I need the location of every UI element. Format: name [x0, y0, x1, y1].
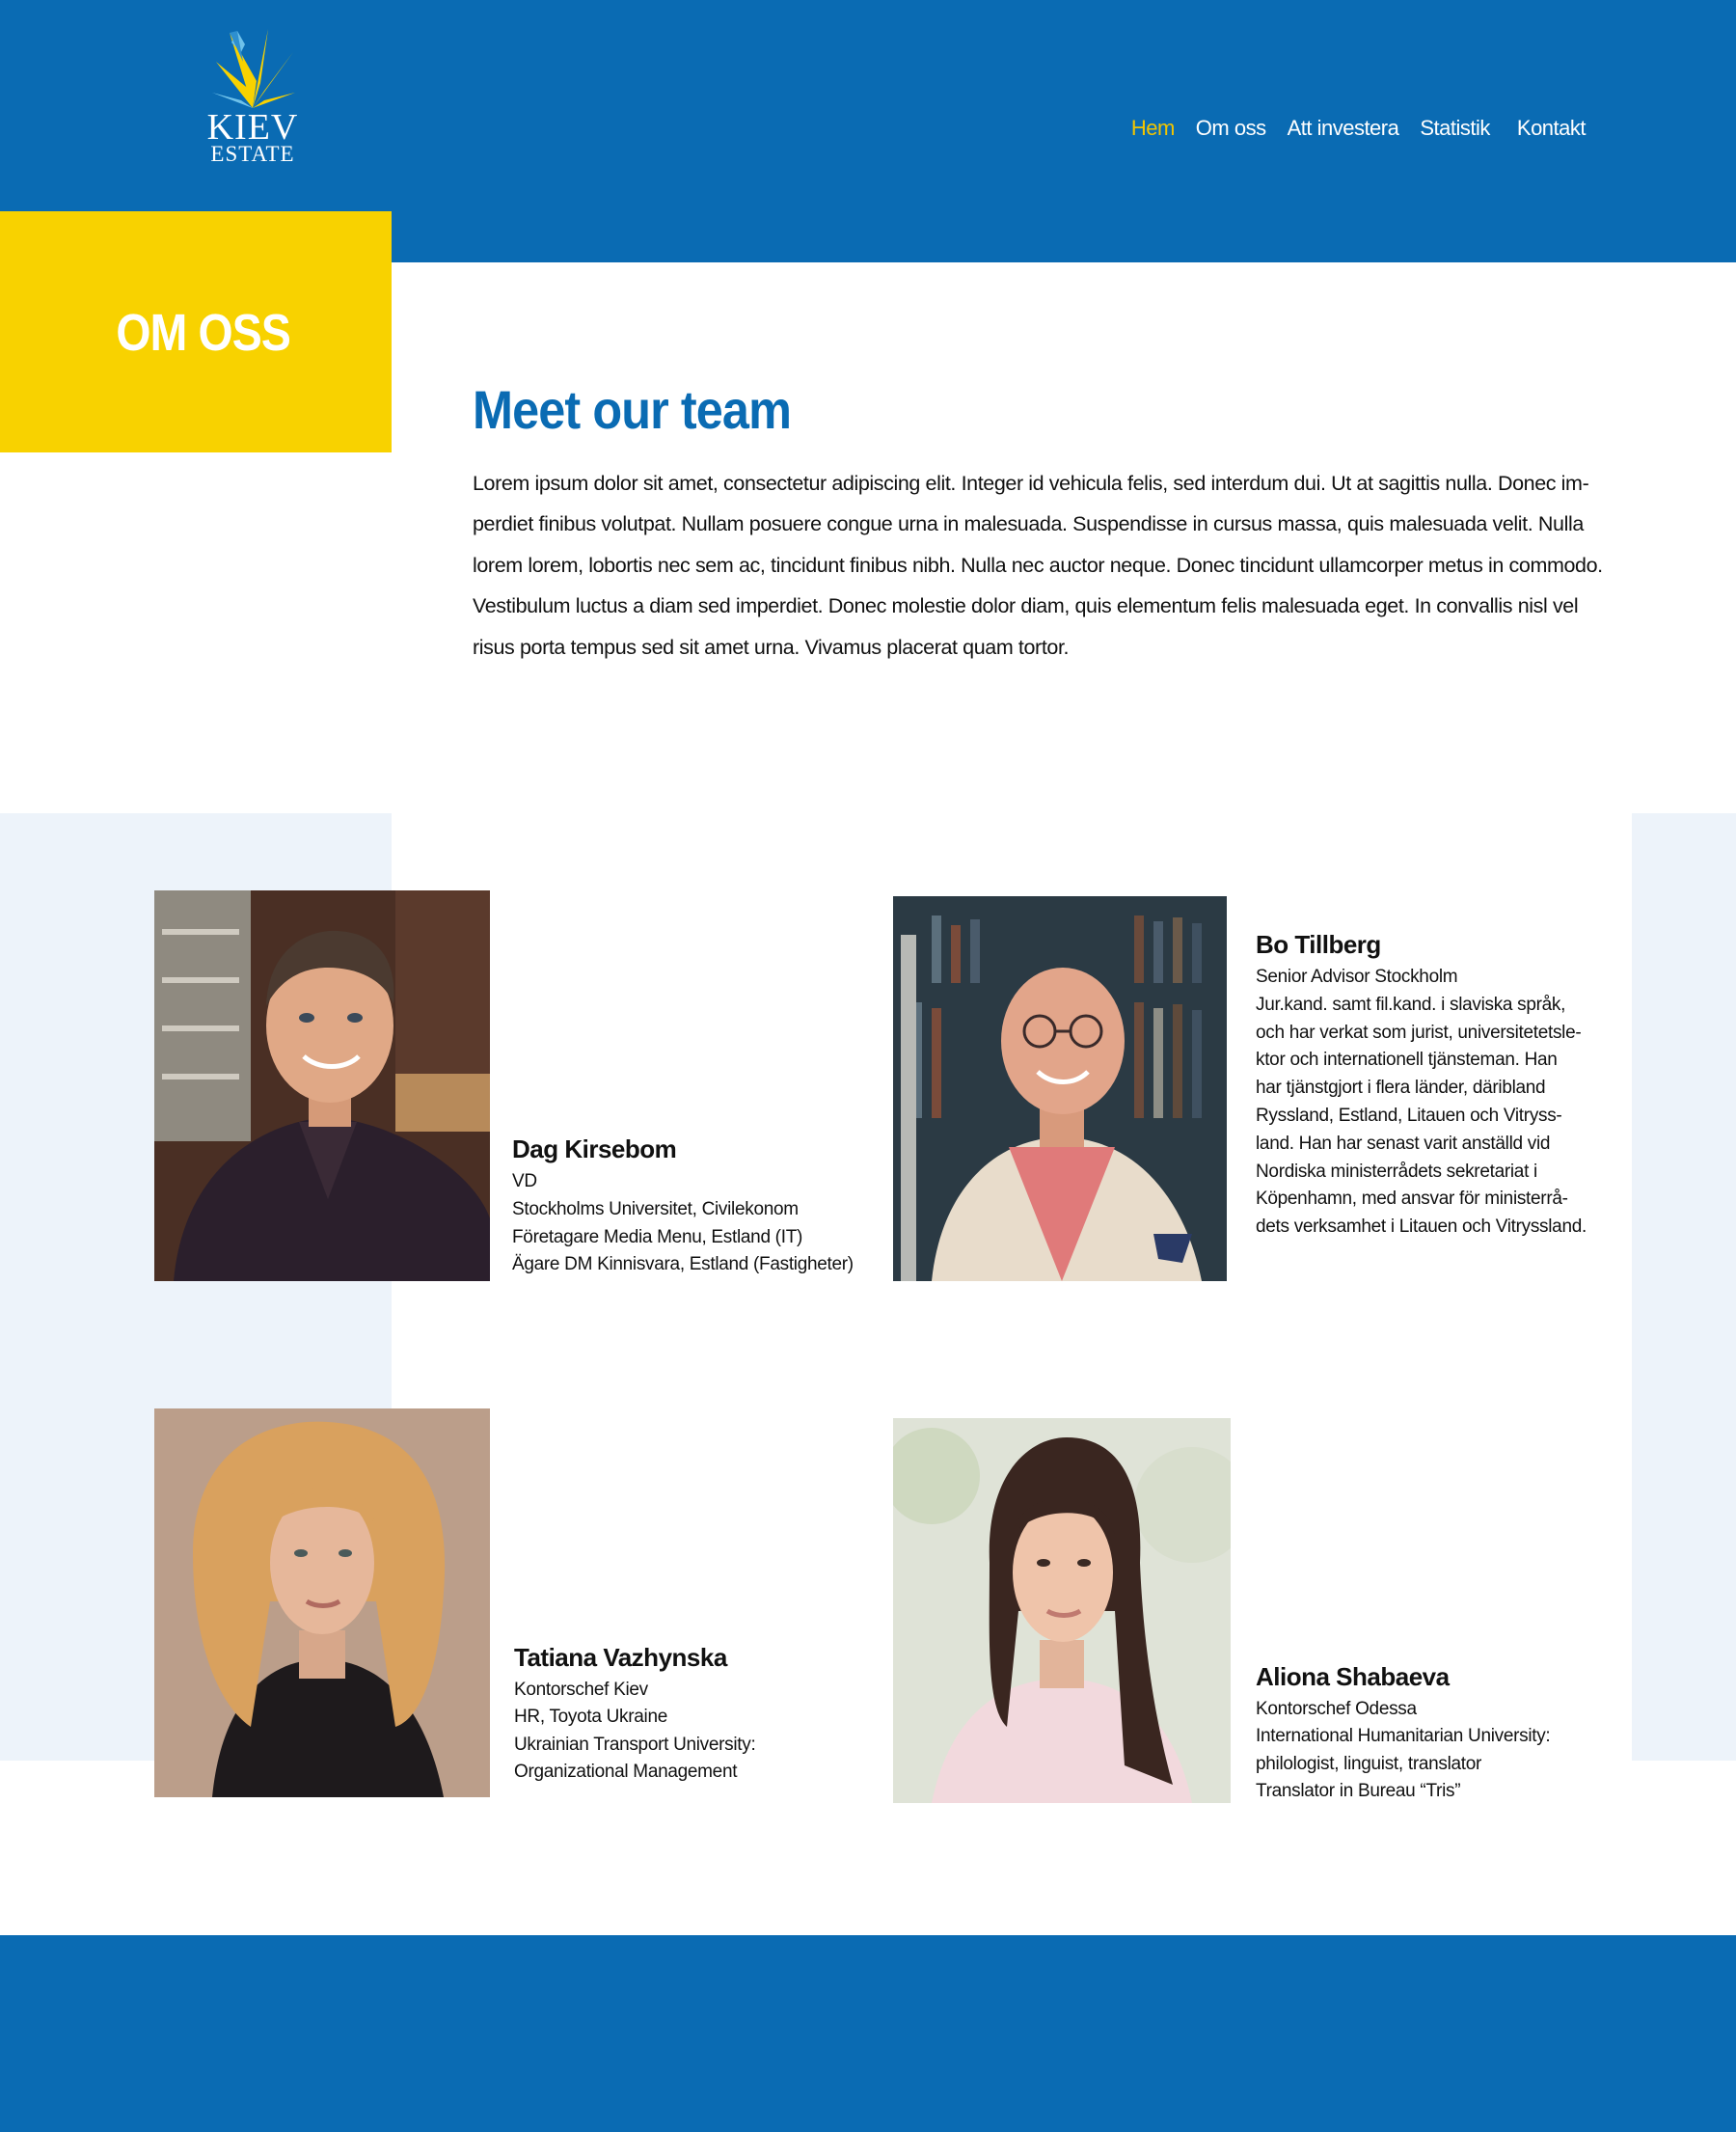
nav-item-kontakt[interactable]: Kontakt [1517, 116, 1587, 141]
team-photo-dag-kirsebom [154, 890, 490, 1281]
member-name: Dag Kirsebom [512, 1134, 677, 1163]
member-detail: philologist, linguist, translator [1256, 1753, 1482, 1774]
member-detail: Köpenhamn, med ansvar för ministerrå- [1256, 1189, 1568, 1210]
member-detail: Företagare Media Menu, Estland (IT) [512, 1226, 803, 1247]
member-detail: VD [512, 1171, 537, 1191]
member-detail: och har verkat som jurist, universitetet… [1256, 1022, 1582, 1043]
member-detail: ktor och internationell tjänsteman. Han [1256, 1050, 1558, 1071]
nav-item-att-investera[interactable]: Att investera [1288, 116, 1399, 141]
member-detail: HR, Toyota Ukraine [514, 1707, 667, 1728]
team-photo-bo-tillberg [893, 896, 1227, 1281]
member-detail: Organizational Management [514, 1762, 738, 1783]
member-detail: Senior Advisor Stockholm [1256, 967, 1458, 987]
member-detail: Ukrainian Transport University: [514, 1734, 756, 1755]
member-detail: Kontorschef Odessa [1256, 1699, 1417, 1719]
intro-line: risus porta tempus sed sit amet urna. Vi… [473, 635, 1070, 659]
kiev-estate-logo[interactable]: KIEV ESTATE [204, 23, 301, 168]
intro-line: Vestibulum luctus a diam sed imperdiet. … [473, 594, 1579, 618]
member-name: Bo Tillberg [1256, 930, 1381, 959]
team-member-aliona-shabaeva: Aliona Shabaeva Kontorschef Odessa Inter… [1256, 1662, 1551, 1806]
team-photo-aliona-shabaeva [893, 1418, 1231, 1803]
intro-paragraph: Lorem ipsum dolor sit amet, consectetur … [473, 463, 1611, 668]
member-detail: Ryssland, Estland, Litauen och Vitryss- [1256, 1105, 1562, 1126]
intro-line: perdiet finibus volutpat. Nullam posuere… [473, 512, 1584, 536]
nav-item-hem[interactable]: Hem [1131, 116, 1175, 141]
member-detail: dets verksamhet i Litauen och Vitrysslan… [1256, 1216, 1587, 1238]
section-label: OM OSS [116, 304, 291, 362]
page-title: Meet our team [473, 379, 792, 440]
member-detail: Translator in Bureau “Tris” [1256, 1781, 1461, 1802]
site-footer [0, 1935, 1736, 2132]
star-flower-logo-icon [212, 29, 295, 108]
member-detail: Ägare DM Kinnisvara, Estland (Fastighete… [512, 1254, 854, 1275]
nav-item-statistik[interactable]: Statistik [1420, 116, 1490, 141]
member-detail: Jur.kand. samt fil.kand. i slaviska språ… [1256, 994, 1566, 1015]
nav-item-om-oss[interactable]: Om oss [1196, 116, 1266, 141]
intro-line: Lorem ipsum dolor sit amet, consectetur … [473, 472, 1589, 495]
team-member-tatiana-vazhynska: Tatiana Vazhynska Kontorschef Kiev HR, T… [514, 1643, 756, 1787]
logo-text-kiev: KIEV [206, 107, 299, 148]
member-detail: Kontorschef Kiev [514, 1680, 648, 1700]
team-photo-tatiana-vazhynska [154, 1408, 490, 1797]
team-background-right [1632, 813, 1736, 1761]
team-member-dag-kirsebom: Dag Kirsebom VD Stockholms Universitet, … [512, 1134, 854, 1279]
main-nav: Hem Om oss Att investera Statistik Konta… [1131, 116, 1587, 141]
member-detail: land. Han har senast varit anställd vid [1256, 1133, 1551, 1154]
team-member-bo-tillberg: Bo Tillberg Senior Advisor Stockholm Jur… [1256, 930, 1587, 1242]
member-detail: Stockholms Universitet, Civilekonom [512, 1198, 799, 1219]
member-name: Tatiana Vazhynska [514, 1643, 727, 1672]
member-detail: International Humanitarian University: [1256, 1726, 1551, 1747]
logo-text-estate: ESTATE [210, 142, 295, 166]
intro-line: lorem lorem, lobortis nec sem ac, tincid… [473, 553, 1603, 577]
member-name: Aliona Shabaeva [1256, 1662, 1450, 1691]
member-detail: har tjänstgjort i flera länder, däriblan… [1256, 1078, 1546, 1099]
member-detail: Nordiska ministerrådets sekretariat i [1256, 1161, 1537, 1182]
